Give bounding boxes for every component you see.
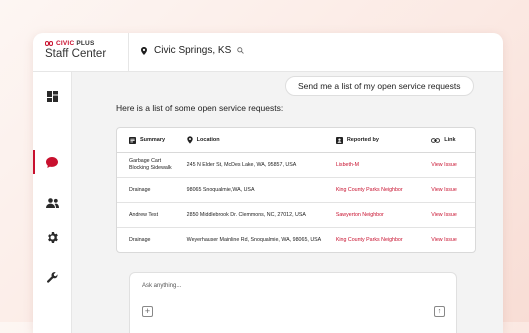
cell-reported-by: Lisbeth-M — [335, 162, 360, 168]
table-row: Andrew Test 2850 Middlebrook Dr. Clemmon… — [117, 203, 475, 228]
civicplus-logo: CIVIC PLUS — [45, 40, 106, 47]
brand-subtitle: Staff Center — [45, 48, 107, 60]
cell-reported-by: King County Parks Neighbor — [335, 237, 403, 243]
sidebar-item-people[interactable] — [33, 191, 71, 215]
header-link: Link — [431, 137, 475, 143]
cell-reported-by: King County Parks Neighbor — [335, 187, 403, 193]
people-icon — [45, 198, 59, 208]
send-button[interactable]: ↑ — [434, 306, 445, 317]
location-name: Civic Springs, KS — [154, 45, 232, 56]
sidebar-item-tools[interactable] — [33, 265, 71, 289]
table-row: Drainage Weyerhauser Mainline Rd, Snoqua… — [117, 228, 475, 252]
dashboard-icon — [46, 90, 58, 102]
search-icon[interactable] — [237, 47, 244, 54]
civicplus-mark-icon — [45, 41, 54, 46]
wrench-icon — [46, 271, 58, 283]
cell-summary: Andrew Test — [129, 212, 159, 218]
brand[interactable]: CIVIC PLUS Staff Center — [45, 40, 106, 60]
location-selector[interactable]: Civic Springs, KS — [140, 45, 244, 56]
cell-reported-by: Sawyerton Neighbor — [335, 212, 384, 218]
sidebar-item-settings[interactable] — [33, 225, 71, 249]
sidebar-item-dashboard[interactable] — [33, 84, 71, 108]
chat-icon — [46, 156, 58, 168]
table-row: Garbage Cart Blocking Sidewalk 245 N Eld… — [117, 153, 475, 178]
sidebar-item-chat[interactable] — [33, 150, 71, 174]
app-window: CIVIC PLUS Staff Center Civic Springs, KS… — [33, 33, 503, 333]
view-issue-link[interactable]: View Issue — [431, 212, 475, 218]
table-row: Drainage 98065 Snoqualmie,WA, USA King C… — [117, 178, 475, 203]
view-issue-link[interactable]: View Issue — [431, 162, 475, 168]
service-requests-table: Summary Location Reported by Link Garbag… — [116, 127, 476, 253]
plus-icon: + — [144, 306, 151, 316]
header-divider — [128, 33, 129, 71]
add-attachment-button[interactable]: + — [142, 306, 153, 317]
cell-summary: Garbage Cart Blocking Sidewalk — [129, 158, 172, 171]
cell-location: 245 N Elder St, McDes Lake, WA, 95857, U… — [186, 162, 297, 168]
contact-card-icon — [335, 136, 343, 144]
header-summary: Summary — [117, 136, 185, 144]
user-message-bubble: Send me a list of my open service reques… — [285, 76, 474, 96]
document-icon — [129, 136, 136, 144]
settings-gear-icon — [47, 231, 58, 243]
view-issue-link[interactable]: View Issue — [431, 237, 475, 243]
map-pin-icon — [186, 136, 193, 144]
sidebar — [33, 72, 72, 333]
arrow-up-icon: ↑ — [437, 308, 442, 315]
assistant-reply-text: Here is a list of some open service requ… — [116, 103, 284, 113]
cell-summary: Drainage — [129, 187, 151, 193]
link-icon — [431, 137, 441, 143]
chat-composer: Ask anything... + ↑ — [129, 272, 457, 333]
view-issue-link[interactable]: View Issue — [431, 187, 475, 193]
table-header-row: Summary Location Reported by Link — [117, 128, 475, 153]
cell-location: Weyerhauser Mainline Rd, Snoqualmie, WA,… — [186, 237, 322, 243]
header-reported-by: Reported by — [335, 136, 431, 144]
header-location: Location — [185, 136, 336, 144]
top-bar: CIVIC PLUS Staff Center Civic Springs, KS — [33, 33, 503, 72]
map-pin-icon — [141, 46, 147, 55]
ask-input[interactable]: Ask anything... — [142, 283, 181, 289]
cell-summary: Drainage — [129, 237, 151, 243]
cell-location: 2850 Middlebrook Dr. Clemmons, NC, 27012… — [186, 212, 306, 218]
cell-location: 98065 Snoqualmie,WA, USA — [186, 187, 255, 193]
